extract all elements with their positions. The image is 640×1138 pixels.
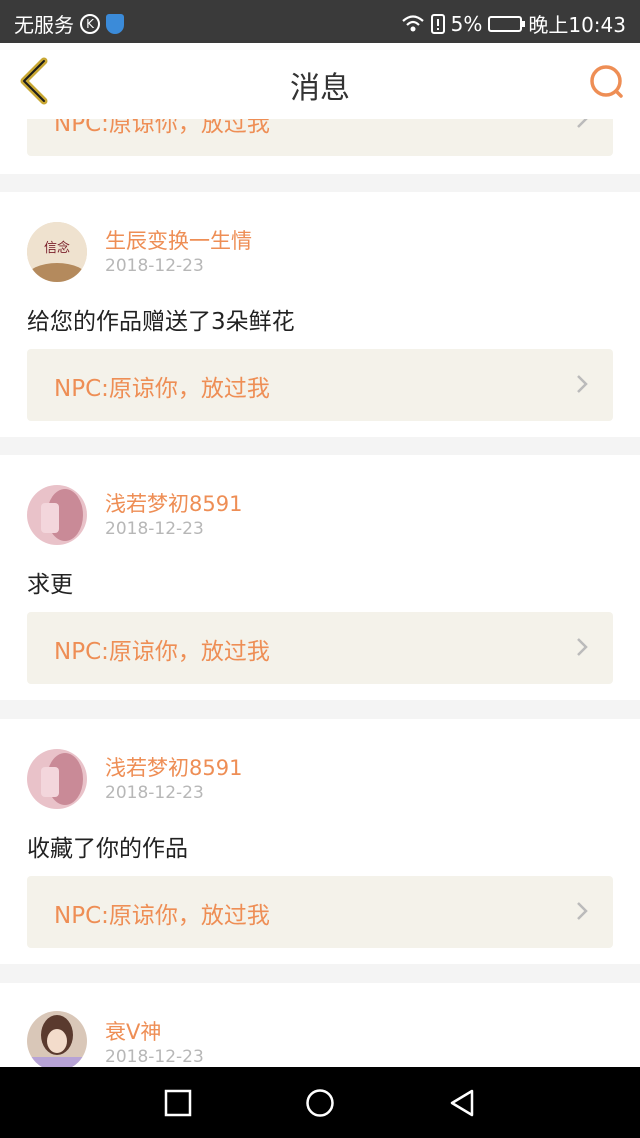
message-card: 浅若梦初8591 2018-12-23 求更 NPC:原谅你，放过我 [0, 455, 640, 700]
system-nav-bar [0, 1067, 640, 1138]
status-bar: 无服务 K 5% 晚上10:43 [0, 0, 640, 43]
message-card: 浅若梦初8591 2018-12-23 收藏了你的作品 NPC:原谅你，放过我 [0, 719, 640, 964]
chevron-right-icon [577, 638, 588, 656]
k-badge-icon: K [80, 13, 100, 34]
message-list[interactable]: NPC:原谅你，放过我 信念 生辰变换一生情 2018-12-23 给您的作品赠… [0, 119, 640, 1067]
message-date: 2018-12-23 [105, 519, 204, 539]
work-link[interactable]: NPC:原谅你，放过我 [27, 349, 613, 421]
work-title: NPC:原谅你，放过我 [54, 639, 270, 665]
work-title: NPC:原谅你，放过我 [54, 119, 270, 137]
search-icon[interactable] [586, 61, 626, 101]
recent-apps-icon[interactable] [163, 1088, 193, 1118]
battery-icon [488, 15, 526, 32]
avatar[interactable]: 信念 [27, 222, 87, 282]
battery-percent: 5% [450, 11, 483, 36]
shield-icon [106, 13, 124, 34]
work-link[interactable]: NPC:原谅你，放过我 [27, 119, 613, 156]
sim-alert-icon [430, 13, 445, 34]
clock: 晚上10:43 [528, 13, 626, 37]
message-date: 2018-12-23 [105, 783, 204, 803]
avatar[interactable] [27, 749, 87, 809]
message-card: 信念 生辰变换一生情 2018-12-23 给您的作品赠送了3朵鲜花 NPC:原… [0, 192, 640, 437]
chevron-right-icon [577, 902, 588, 920]
message-text: 收藏了你的作品 [27, 836, 188, 862]
work-title: NPC:原谅你，放过我 [54, 903, 270, 929]
message-date: 2018-12-23 [105, 256, 204, 276]
message-text: 给您的作品赠送了3朵鲜花 [27, 309, 295, 335]
avatar[interactable] [27, 1011, 87, 1067]
chevron-right-icon [577, 119, 588, 128]
wifi-icon [401, 14, 424, 31]
carrier-label: 无服务 [14, 13, 74, 37]
message-card: NPC:原谅你，放过我 [0, 119, 640, 174]
user-name[interactable]: 生辰变换一生情 [105, 225, 252, 255]
user-name[interactable]: 浅若梦初8591 [105, 488, 242, 518]
work-link[interactable]: NPC:原谅你，放过我 [27, 612, 613, 684]
avatar[interactable] [27, 485, 87, 545]
page-title: 消息 [290, 71, 350, 106]
home-icon[interactable] [305, 1088, 335, 1118]
user-name[interactable]: 衰V神 [105, 1016, 161, 1046]
back-icon[interactable] [447, 1088, 477, 1118]
app-header: 消息 [0, 43, 640, 120]
message-date: 2018-12-23 [105, 1047, 204, 1067]
work-title: NPC:原谅你，放过我 [54, 376, 270, 402]
message-text: 求更 [27, 572, 73, 598]
work-link[interactable]: NPC:原谅你，放过我 [27, 876, 613, 948]
user-name[interactable]: 浅若梦初8591 [105, 752, 242, 782]
svg-text:信念: 信念 [44, 240, 70, 256]
message-card: 衰V神 2018-12-23 [0, 983, 640, 1067]
chevron-right-icon [577, 375, 588, 393]
